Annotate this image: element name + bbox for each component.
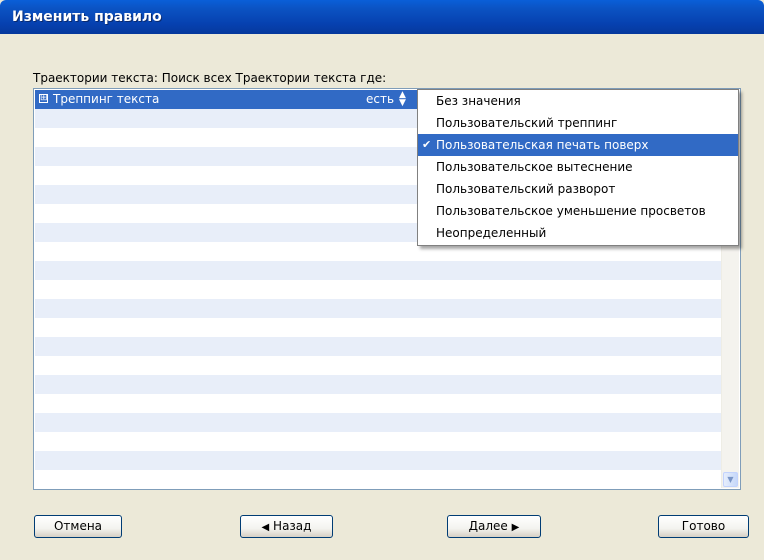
rule-field-label: Треппинг текста (53, 92, 160, 106)
window-title: Изменить правило (12, 9, 162, 25)
empty-row (35, 280, 721, 299)
menu-item[interactable]: Пользовательский разворот (418, 178, 738, 200)
empty-row (35, 375, 721, 394)
menu-item[interactable]: Пользовательский треппинг (418, 112, 738, 134)
menu-item-label: Неопределенный (436, 226, 547, 240)
menu-item-label: Пользовательский треппинг (436, 116, 618, 130)
done-button-label: Готово (681, 519, 726, 533)
back-arrow-icon: ◀ (261, 522, 270, 533)
empty-row (35, 413, 721, 432)
empty-row (35, 432, 721, 451)
rule-prompt: Траектории текста: Поиск всех Траектории… (33, 71, 387, 85)
scroll-down-icon[interactable]: ▼ (723, 472, 738, 487)
next-arrow-icon: ▶ (511, 522, 520, 533)
next-button[interactable]: Далее ▶ (447, 515, 541, 538)
expand-plus-icon[interactable]: ⊞ (39, 94, 48, 103)
value-dropdown-menu[interactable]: Без значения Пользовательский треппинг ✔ По… (417, 89, 739, 246)
checkmark-icon: ✔ (422, 138, 432, 151)
empty-row (35, 394, 721, 413)
menu-item[interactable]: Пользовательское уменьшение просветов (418, 200, 738, 222)
menu-item[interactable]: ✔ Пользовательская печать поверх (418, 134, 738, 156)
empty-row (35, 451, 721, 470)
back-button[interactable]: ◀ Назад (240, 515, 333, 538)
title-bar: Изменить правило (0, 0, 764, 34)
menu-item-label: Пользовательское вытеснение (436, 160, 633, 174)
menu-item-label: Без значения (436, 94, 521, 108)
up-down-stepper-icon[interactable]: ▲ ▼ (399, 91, 406, 108)
menu-item-label: Пользовательская печать поверх (436, 138, 649, 152)
menu-item[interactable]: Пользовательское вытеснение (418, 156, 738, 178)
empty-row (35, 337, 721, 356)
empty-row (35, 299, 721, 318)
empty-row (35, 318, 721, 337)
cancel-button[interactable]: Отмена (34, 515, 122, 538)
rule-operator[interactable]: есть (366, 92, 394, 106)
menu-item[interactable]: Без значения (418, 90, 738, 112)
done-button[interactable]: Готово (658, 515, 749, 538)
cancel-button-label: Отмена (53, 519, 103, 533)
menu-item[interactable]: Неопределенный (418, 222, 738, 244)
next-button-label: Далее (468, 519, 508, 533)
menu-item-label: Пользовательский разворот (436, 182, 616, 196)
menu-item-label: Пользовательское уменьшение просветов (436, 204, 706, 218)
back-button-label: Назад (273, 519, 312, 533)
empty-row (35, 261, 721, 280)
empty-row (35, 470, 721, 489)
empty-row (35, 356, 721, 375)
